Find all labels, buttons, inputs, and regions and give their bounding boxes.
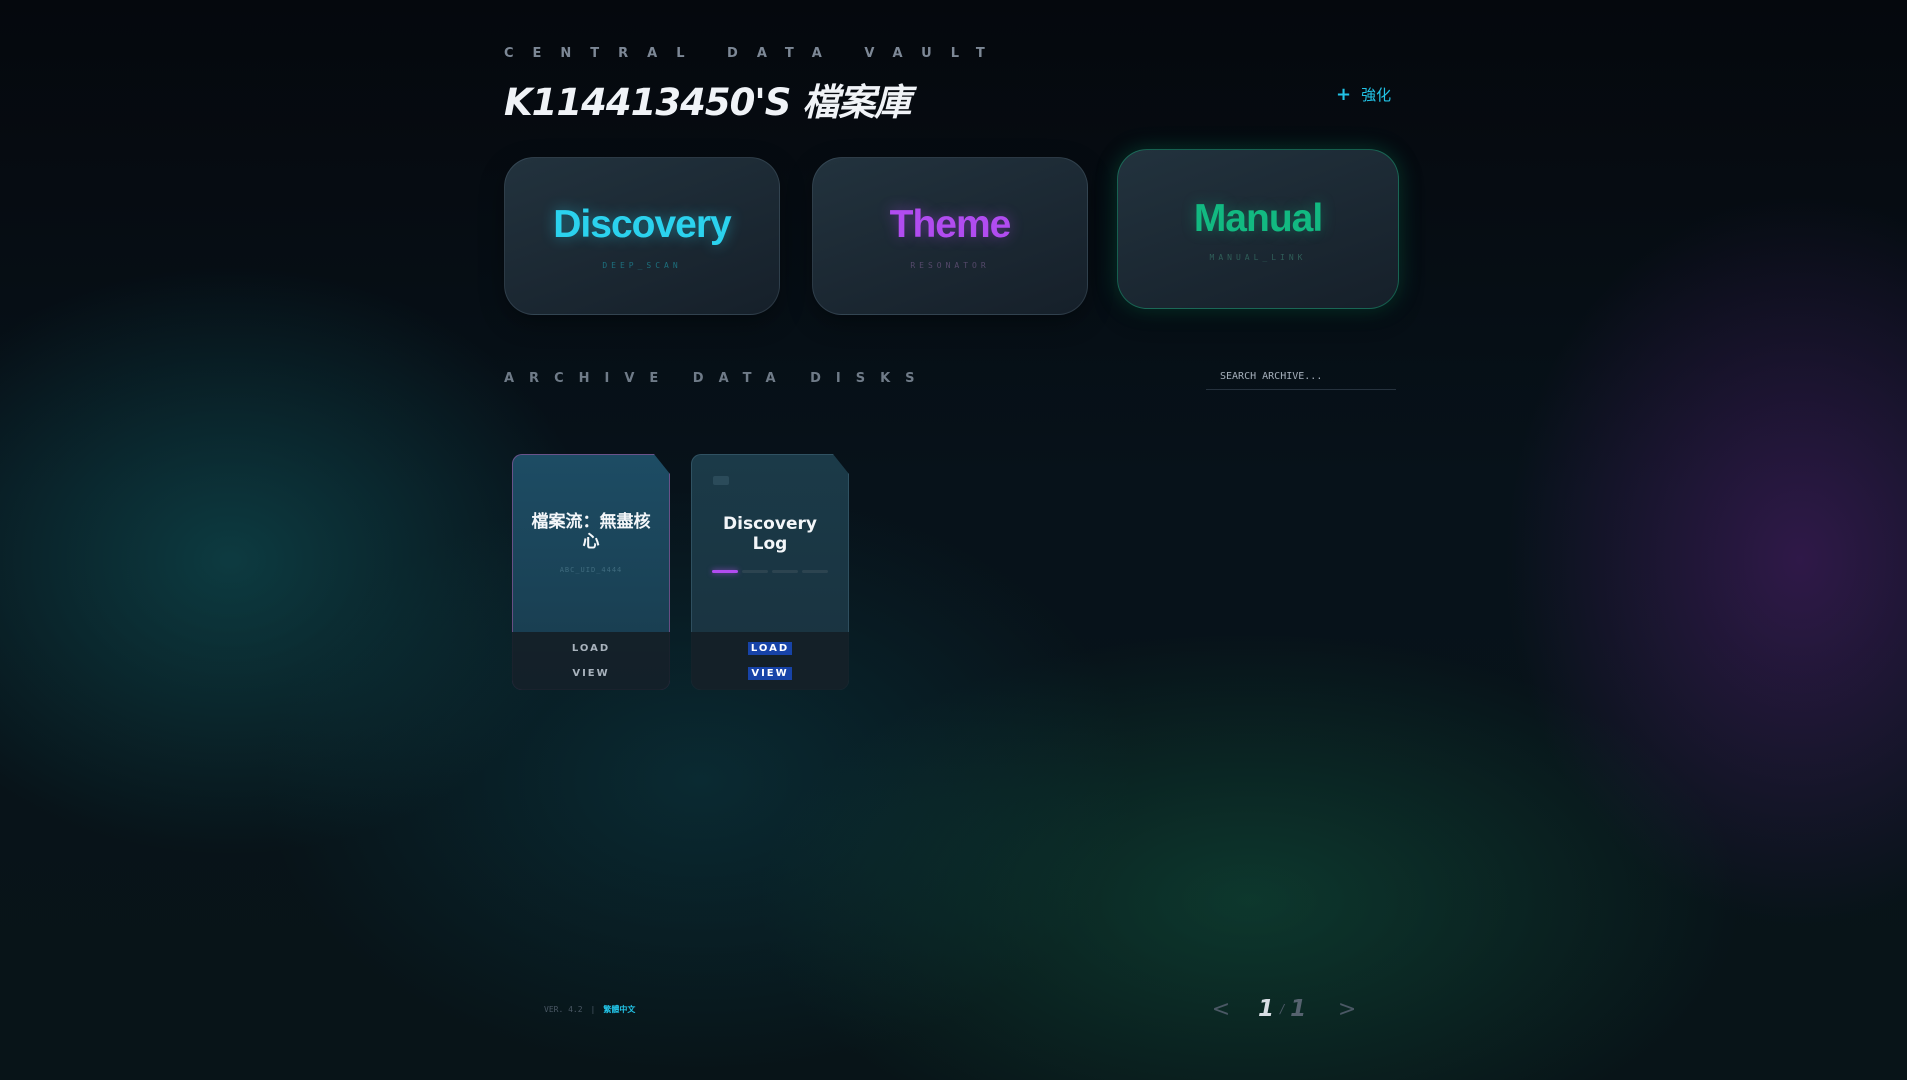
page-title: K114413450'S 檔案庫 xyxy=(504,81,911,124)
disk-title: 檔案流：無盡核心 xyxy=(531,512,651,552)
mode-card-subtitle: DEEP_SCAN xyxy=(602,260,682,270)
progress-segment xyxy=(742,569,768,573)
mode-card-subtitle: MANUAL_LINK xyxy=(1209,252,1307,262)
progress-segment xyxy=(772,569,798,573)
next-page-button[interactable]: > xyxy=(1332,997,1362,1022)
mode-card-title: Theme xyxy=(889,202,1012,246)
footer-version: VER. 4.2 | 繁體中文 xyxy=(544,1004,635,1015)
footer-divider: | xyxy=(590,1005,596,1014)
view-button[interactable]: VIEW xyxy=(569,667,612,680)
mode-card-theme[interactable]: Theme RESONATOR xyxy=(812,157,1088,315)
language-toggle[interactable]: 繁體中文 xyxy=(603,1004,635,1015)
disk-actions: LOAD VIEW xyxy=(691,632,849,690)
mode-card-subtitle: RESONATOR xyxy=(910,260,990,270)
progress-segment xyxy=(802,569,828,573)
mode-card-title: Manual xyxy=(1193,196,1323,240)
load-button[interactable]: LOAD xyxy=(747,642,793,655)
data-disk-card[interactable]: Discovery Log LOAD VIEW xyxy=(691,454,849,690)
prev-page-button[interactable]: < xyxy=(1206,997,1236,1022)
current-page: 1 xyxy=(1258,996,1275,1022)
disk-body: 檔案流：無盡核心 ABC_UID_4444 xyxy=(512,454,670,632)
total-pages: 1 xyxy=(1290,996,1307,1022)
search-input[interactable] xyxy=(1206,364,1396,390)
disk-progress-bar xyxy=(712,569,828,573)
enhance-label: 強化 xyxy=(1361,86,1392,104)
disk-actions: LOAD VIEW xyxy=(512,632,670,690)
version-label: VER. 4.2 xyxy=(544,1005,583,1014)
plus-icon: + xyxy=(1336,84,1352,105)
disk-uid: ABC_UID_4444 xyxy=(559,566,623,574)
load-button[interactable]: LOAD xyxy=(569,642,613,655)
page-separator: / xyxy=(1280,1002,1285,1016)
pagination: < 1 / 1 > xyxy=(1206,996,1362,1022)
disk-body: Discovery Log xyxy=(691,454,849,632)
eyebrow-label: CENTRAL DATA VAULT xyxy=(504,46,1004,61)
disk-title: Discovery Log xyxy=(723,513,817,554)
mode-card-manual[interactable]: Manual MANUAL_LINK xyxy=(1117,149,1399,309)
mode-card-discovery[interactable]: Discovery DEEP_SCAN xyxy=(504,157,780,315)
view-button[interactable]: VIEW xyxy=(748,667,792,680)
archive-page: CENTRAL DATA VAULT K114413450'S 檔案庫 + 強化… xyxy=(0,0,1907,1080)
mode-card-title: Discovery xyxy=(553,202,731,246)
enhance-button[interactable]: + 強化 xyxy=(1336,84,1391,105)
data-disk-card[interactable]: 檔案流：無盡核心 ABC_UID_4444 LOAD VIEW xyxy=(512,454,670,690)
section-label: ARCHIVE DATA DISKS xyxy=(504,371,930,386)
progress-segment xyxy=(712,569,738,573)
